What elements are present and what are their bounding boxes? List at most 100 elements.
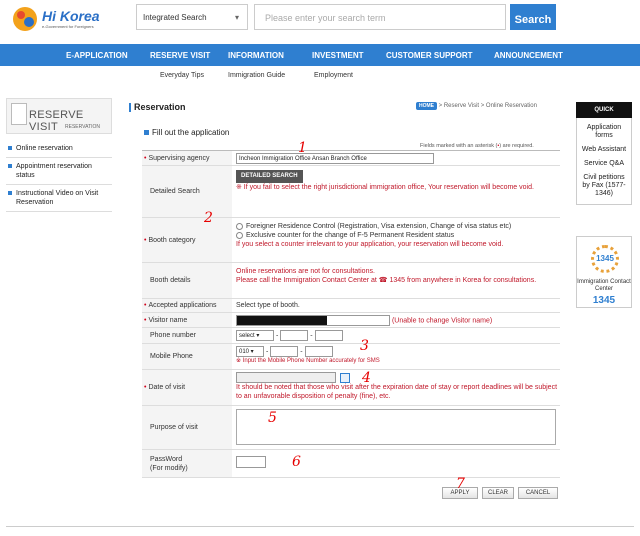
row-supervising-agency: Supervising agency Incheon Immigration O… bbox=[142, 151, 560, 166]
sidebar-item-reservation-status[interactable]: Appointment reservation status bbox=[6, 158, 112, 185]
clear-button[interactable]: CLEAR bbox=[482, 487, 514, 499]
page-title: Reservation bbox=[129, 102, 186, 112]
logo-brand: Hi Korea bbox=[42, 8, 100, 24]
radio-residence[interactable] bbox=[236, 222, 243, 230]
phone-dash-1: - bbox=[275, 332, 279, 340]
quick-application-forms[interactable]: Application forms bbox=[577, 121, 631, 143]
password-input[interactable] bbox=[236, 456, 266, 468]
contact-center-label: Immigration Contact Center bbox=[577, 279, 631, 292]
booth-option-2-label: Exclusive counter for the change of F-5 … bbox=[246, 232, 455, 239]
breadcrumb: HOME > Reserve Visit > Online Reservatio… bbox=[416, 102, 537, 110]
section-title: Fill out the application bbox=[144, 128, 229, 137]
mobile-phone-label: Mobile Phone bbox=[142, 344, 232, 369]
reservation-form: Supervising agency Incheon Immigration O… bbox=[142, 150, 560, 478]
nav-customer-support[interactable]: CUSTOMER SUPPORT bbox=[386, 51, 473, 60]
annotation-3: 3 bbox=[360, 338, 369, 354]
quick-civil-petitions-fax[interactable]: Civil petitions by Fax (1577-1346) bbox=[577, 171, 631, 201]
quick-menu: QUICK Application forms Web Assistant Se… bbox=[576, 102, 632, 205]
password-label-cell: PassWord (For modify) bbox=[142, 450, 232, 477]
hikorea-logo[interactable]: Hi Korea e-Government for Foreigners bbox=[12, 6, 112, 32]
row-mobile-phone: Mobile Phone 010 ▾ - - ※ Input the Mobil… bbox=[142, 344, 560, 370]
booth-details-line2: Please call the Immigration Contact Cent… bbox=[236, 277, 537, 284]
redacted-name bbox=[237, 316, 327, 325]
search-scope-value: Integrated Search bbox=[143, 13, 207, 22]
phone-middle-input[interactable] bbox=[280, 330, 309, 341]
contact-center-banner[interactable]: 1345 Immigration Contact Center 1345 bbox=[576, 236, 632, 308]
nav-e-application[interactable]: E-APPLICATION bbox=[66, 51, 128, 60]
password-sublabel: (For modify) bbox=[150, 464, 188, 472]
row-visitor-name: Visitor name (Unable to change Visitor n… bbox=[142, 313, 560, 328]
row-booth-details: Booth details Online reservations are no… bbox=[142, 263, 560, 299]
cancel-button[interactable]: CANCEL bbox=[518, 487, 558, 499]
reserve-visit-banner: RESERVE VISIT RESERVATION bbox=[6, 98, 112, 134]
logo-icon bbox=[13, 7, 37, 31]
calendar-icon bbox=[11, 103, 27, 125]
breadcrumb-home[interactable]: HOME bbox=[416, 102, 437, 110]
quick-service-qa[interactable]: Service Q&A bbox=[577, 157, 631, 171]
phone-number-label: Phone number bbox=[142, 328, 232, 343]
subnav-employment[interactable]: Employment bbox=[314, 72, 353, 79]
detailed-search-label: Detailed Search bbox=[142, 166, 232, 217]
quick-web-assistant[interactable]: Web Assistant bbox=[577, 143, 631, 157]
phone-area-value: select bbox=[239, 333, 255, 339]
nav-information[interactable]: INFORMATION bbox=[228, 51, 284, 60]
annotation-5: 5 bbox=[268, 410, 277, 426]
phone-dash-2: - bbox=[310, 332, 313, 340]
search-button[interactable]: Search bbox=[510, 4, 556, 30]
search-scope-select[interactable]: Integrated Search ▾ bbox=[136, 4, 248, 30]
annotation-6: 6 bbox=[292, 454, 301, 470]
date-of-visit-input[interactable] bbox=[236, 372, 336, 383]
annotation-7: 7 bbox=[456, 476, 465, 492]
search-input[interactable]: Please enter your search term bbox=[254, 4, 506, 30]
mobile-prefix-select[interactable]: 010 ▾ bbox=[236, 346, 264, 357]
quick-menu-title: QUICK bbox=[576, 102, 632, 118]
mobile-phone-note: ※ Input the Mobile Phone Number accurate… bbox=[236, 358, 380, 364]
password-label: PassWord bbox=[150, 455, 183, 463]
nav-announcement[interactable]: ANNOUNCEMENT bbox=[494, 51, 563, 60]
row-accepted-applications: Accepted applications Select type of boo… bbox=[142, 299, 560, 313]
nav-reserve-visit[interactable]: RESERVE VISIT bbox=[150, 51, 210, 60]
visitor-name-label: Visitor name bbox=[142, 313, 232, 327]
accepted-applications-label: Accepted applications bbox=[142, 299, 232, 312]
phone-last-input[interactable] bbox=[314, 330, 343, 341]
mobile-dash-2: - bbox=[300, 348, 303, 356]
calendar-icon[interactable] bbox=[339, 372, 350, 383]
header: Hi Korea e-Government for Foreigners Int… bbox=[0, 0, 640, 40]
visitor-name-field[interactable] bbox=[236, 315, 390, 326]
booth-details-label: Booth details bbox=[142, 263, 232, 298]
booth-category-note: If you select a counter irrelevant to yo… bbox=[236, 241, 504, 248]
required-note-prefix: Fields marked with an asterisk ( bbox=[420, 143, 498, 149]
detailed-search-button[interactable]: DETAILED SEARCH bbox=[236, 170, 303, 183]
supervising-agency-label: Supervising agency bbox=[142, 151, 232, 165]
mobile-dash-1: - bbox=[265, 348, 269, 356]
mobile-last-input[interactable] bbox=[304, 346, 333, 357]
date-of-visit-note: It should be noted that those who visit … bbox=[236, 384, 558, 400]
annotation-1: 1 bbox=[298, 140, 307, 156]
contact-center-logo: 1345 bbox=[591, 245, 619, 273]
sidebar-menu: Online reservation Appointment reservati… bbox=[6, 140, 112, 212]
sidebar-item-instructional-video[interactable]: Instructional Video on Visit Reservation bbox=[6, 185, 112, 212]
booth-option-residence[interactable]: Foreigner Residence Control (Registratio… bbox=[236, 222, 560, 231]
row-phone-number: Phone number select ▾ - - bbox=[142, 328, 560, 344]
main-nav: E-APPLICATION RESERVE VISIT INFORMATION … bbox=[0, 44, 640, 66]
subnav-immigration-guide[interactable]: Immigration Guide bbox=[228, 72, 285, 79]
sidebar-item-online-reservation[interactable]: Online reservation bbox=[6, 140, 112, 158]
subnav-everyday-tips[interactable]: Everyday Tips bbox=[160, 72, 204, 79]
supervising-agency-value: Incheon Immigration Office Ansan Branch … bbox=[239, 156, 367, 162]
chevron-down-icon: ▾ bbox=[234, 13, 239, 22]
mobile-middle-input[interactable] bbox=[270, 346, 299, 357]
row-password: PassWord (For modify) bbox=[142, 450, 560, 478]
date-of-visit-label: Date of visit bbox=[142, 370, 232, 405]
booth-option-f5[interactable]: Exclusive counter for the change of F-5 … bbox=[236, 231, 560, 240]
logo-tagline: e-Government for Foreigners bbox=[42, 24, 94, 29]
supervising-agency-select[interactable]: Incheon Immigration Office Ansan Branch … bbox=[236, 153, 434, 164]
booth-details-line1: Online reservations are not for consulta… bbox=[236, 268, 375, 275]
required-fields-note: Fields marked with an asterisk (•) are r… bbox=[420, 143, 534, 149]
nav-investment[interactable]: INVESTMENT bbox=[312, 51, 364, 60]
purpose-of-visit-textarea[interactable] bbox=[236, 409, 556, 445]
phone-area-select[interactable]: select ▾ bbox=[236, 330, 274, 341]
annotation-2: 2 bbox=[204, 210, 213, 226]
purpose-of-visit-label: Purpose of visit bbox=[142, 406, 232, 449]
required-note-suffix: ) are required. bbox=[499, 143, 534, 149]
radio-f5[interactable] bbox=[236, 231, 243, 239]
